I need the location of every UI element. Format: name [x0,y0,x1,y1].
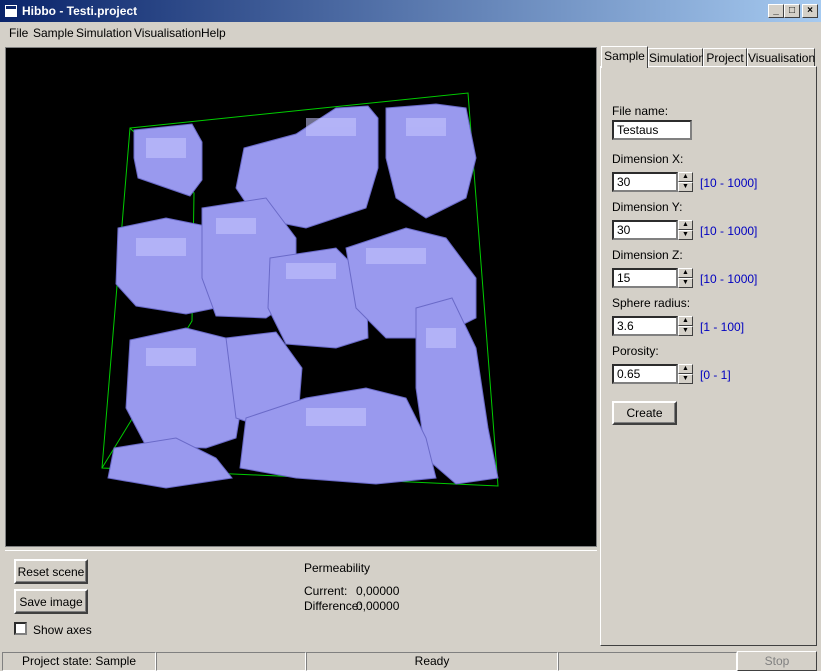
spin-down-icon[interactable]: ▼ [678,182,693,192]
save-image-button[interactable]: Save image [14,589,88,614]
menu-simulation[interactable]: Simulation [76,26,132,40]
menu-bar: File Sample Simulation Visualisation Hel… [0,22,821,44]
dimension-y-input[interactable] [612,220,678,240]
tab-visualisation[interactable]: Visualisation [747,48,815,68]
file-name-input[interactable] [612,120,692,140]
tab-sample[interactable]: Sample [601,46,648,68]
project-state-status: Project state: Sample [2,652,156,671]
tab-simulation[interactable]: Simulation [648,48,705,68]
stop-button[interactable]: Stop [737,651,817,671]
status-cell-empty-2 [558,652,737,671]
3d-viewport[interactable] [5,47,597,547]
dimension-z-range: [10 - 1000] [700,272,758,286]
scene-controls-panel [5,550,597,646]
sphere-radius-spinner[interactable]: ▲ ▼ [678,316,693,336]
current-value: 0,00000 [356,584,400,598]
porosity-input[interactable] [612,364,678,384]
show-axes-checkbox[interactable] [14,622,27,635]
spin-up-icon[interactable]: ▲ [678,364,693,374]
dimension-z-label: Dimension Z: [612,248,683,262]
permeability-title: Permeability [304,561,371,575]
current-label: Current: [304,584,348,598]
dimension-y-label: Dimension Y: [612,200,683,214]
spin-up-icon[interactable]: ▲ [678,316,693,326]
menu-help[interactable]: Help [201,26,226,40]
menu-visualisation[interactable]: Visualisation [134,26,201,40]
menu-file[interactable]: File [9,26,28,40]
dimension-x-spinner[interactable]: ▲ ▼ [678,172,693,192]
menu-sample[interactable]: Sample [33,26,74,40]
dimension-x-range: [10 - 1000] [700,176,758,190]
sphere-radius-label: Sphere radius: [612,296,691,310]
dimension-x-input[interactable] [612,172,678,192]
difference-value: 0,00000 [356,599,400,613]
close-button[interactable]: × [802,4,818,18]
main-window: Hibbo - Testi.project _ □ × File Sample … [0,0,821,671]
show-axes-label: Show axes [33,623,92,637]
status-bar: Project state: Sample Ready [0,651,821,671]
dimension-y-range: [10 - 1000] [700,224,758,238]
spin-down-icon[interactable]: ▼ [678,278,693,288]
spin-up-icon[interactable]: ▲ [678,172,693,182]
file-name-label: File name: [612,104,669,118]
tab-project[interactable]: Project [703,48,747,68]
dimension-x-label: Dimension X: [612,152,684,166]
reset-scene-button[interactable]: Reset scene [14,559,88,584]
maximize-button[interactable]: □ [784,4,800,18]
voxel-clusters [107,103,499,489]
app-icon[interactable] [4,4,18,18]
dimension-z-spinner[interactable]: ▲ ▼ [678,268,693,288]
sphere-radius-range: [1 - 100] [700,320,745,334]
porosity-label: Porosity: [612,344,659,358]
spin-down-icon[interactable]: ▼ [678,230,693,240]
sphere-radius-input[interactable] [612,316,678,336]
status-cell-empty-1 [156,652,306,671]
porosity-range: [0 - 1] [700,368,731,382]
spin-up-icon[interactable]: ▲ [678,268,693,278]
voxel-render [101,92,499,489]
spin-down-icon[interactable]: ▼ [678,374,693,384]
difference-label: Difference: [304,599,362,613]
create-button[interactable]: Create [612,401,677,425]
spin-up-icon[interactable]: ▲ [678,220,693,230]
ready-status: Ready [306,652,558,671]
minimize-button[interactable]: _ [768,4,784,18]
window-title: Hibbo - Testi.project [22,4,138,18]
spin-down-icon[interactable]: ▼ [678,326,693,336]
dimension-z-input[interactable] [612,268,678,288]
dimension-y-spinner[interactable]: ▲ ▼ [678,220,693,240]
title-bar[interactable]: Hibbo - Testi.project _ □ × [0,0,821,22]
porosity-spinner[interactable]: ▲ ▼ [678,364,693,384]
